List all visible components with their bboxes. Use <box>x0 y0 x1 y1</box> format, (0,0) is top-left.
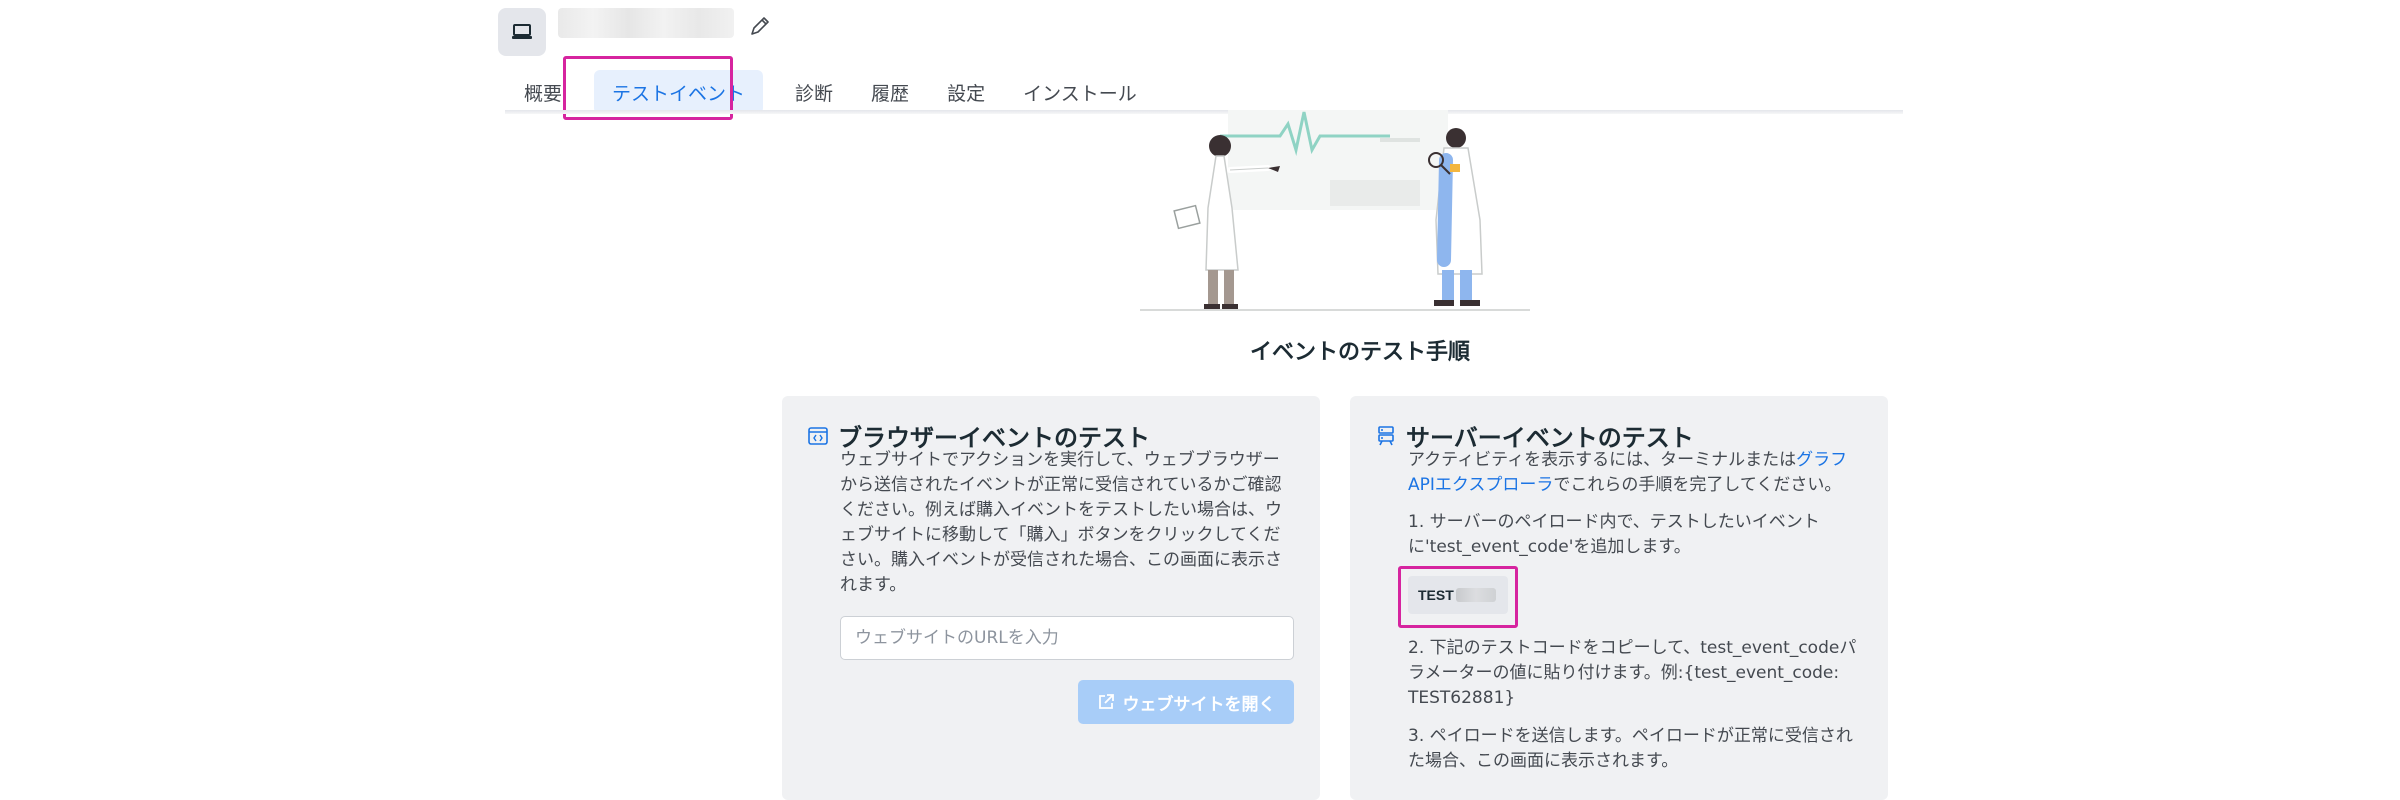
test-code-chip[interactable]: TEST <box>1408 576 1508 614</box>
browser-code-icon <box>806 424 830 448</box>
redacted-test-code <box>1455 588 1496 602</box>
tab-test-events[interactable]: テストイベント <box>594 70 764 114</box>
tab-history[interactable]: 履歴 <box>859 70 921 114</box>
browser-card-description: ウェブサイトでアクションを実行して、ウェブブラウザーから送信されたイベントが正常… <box>840 450 1282 595</box>
steps-title: イベントのテスト手順 <box>1249 340 1470 365</box>
website-url-input[interactable] <box>840 616 1294 660</box>
server-card-description: アクティビティを表示するには、ターミナルまたはグラフAPIエクスプローラでこれら… <box>1408 448 1868 498</box>
tab-diagnostics[interactable]: 診断 <box>783 70 845 114</box>
server-event-test-card: サーバーイベントのテスト アクティビティを表示するには、ターミナルまたはグラフA… <box>1350 396 1888 800</box>
tab-overview[interactable]: 概要 <box>512 70 574 114</box>
open-website-label: ウェブサイトを開く <box>1122 694 1276 715</box>
open-website-button[interactable]: ウェブサイトを開く <box>1078 680 1294 724</box>
server-icon <box>1374 424 1398 448</box>
server-desc-before: アクティビティを表示するには、ターミナルまたは <box>1408 450 1797 470</box>
pencil-icon[interactable] <box>748 14 772 38</box>
server-step-3: 3. ペイロードを送信します。ペイロードが正常に受信された場合、この画面に表示さ… <box>1408 726 1853 771</box>
server-step-1: 1. サーバーのペイロード内で、テストしたいイベントに'test_event_c… <box>1408 512 1820 557</box>
doctors-illustration <box>1120 110 1540 314</box>
external-link-icon <box>1097 693 1115 711</box>
tab-settings[interactable]: 設定 <box>935 70 997 114</box>
server-step-2: 2. 下記のテストコードをコピーして、test_event_codeパラメーター… <box>1408 638 1857 708</box>
browser-event-test-card: ブラウザーイベントのテスト ウェブサイトでアクションを実行して、ウェブブラウザー… <box>782 396 1320 800</box>
tab-install[interactable]: インストール <box>1011 70 1149 114</box>
app-laptop-icon <box>498 8 546 56</box>
test-code-prefix: TEST <box>1418 587 1454 603</box>
server-desc-after: でこれらの手順を完了してください。 <box>1553 475 1842 495</box>
redacted-pixel-name <box>558 8 734 38</box>
